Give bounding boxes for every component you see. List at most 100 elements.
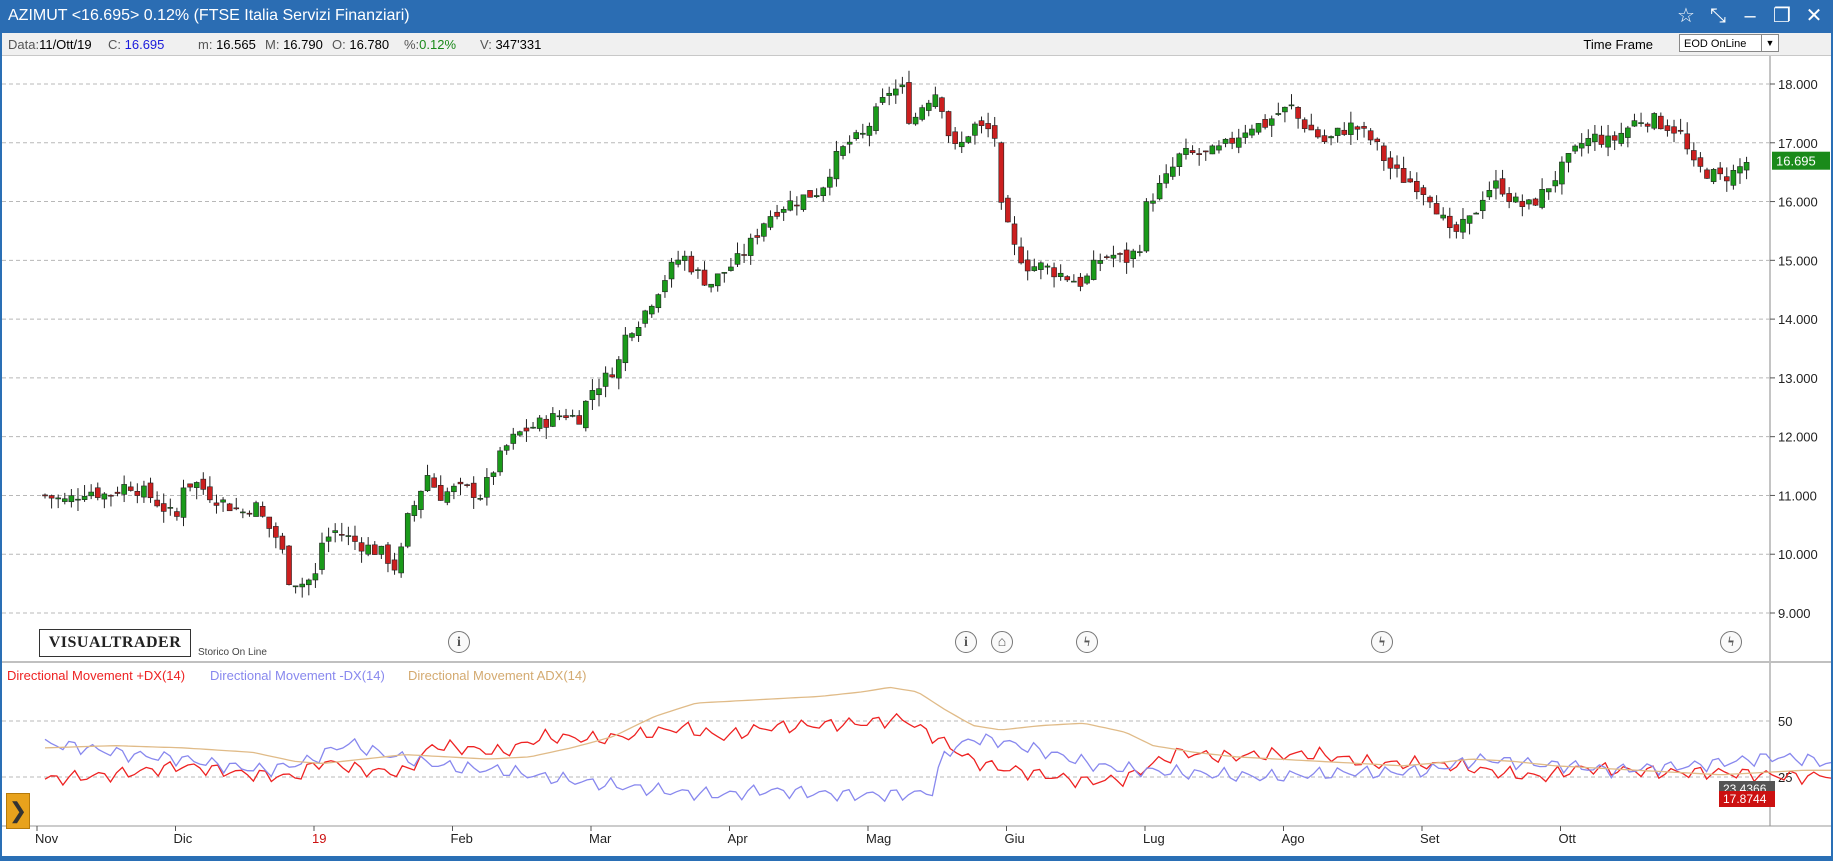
candle-up: [1090, 259, 1097, 280]
pdx-value-tag: 17.8744: [1719, 791, 1775, 807]
candle-down: [48, 495, 55, 499]
candle-up: [892, 88, 899, 96]
candle-up: [1057, 272, 1064, 277]
pin-icon[interactable]: ⤡: [1701, 0, 1735, 33]
candle-up: [398, 546, 404, 574]
last-price-label: 16.695: [1776, 154, 1816, 169]
candle-down: [1446, 215, 1453, 228]
candle-up: [253, 502, 259, 517]
candle-up: [1512, 196, 1519, 203]
candle-up: [1275, 113, 1282, 115]
candle-up: [332, 530, 338, 533]
candle-up: [536, 417, 543, 429]
candle-down: [457, 481, 464, 485]
candle-down: [200, 478, 207, 490]
candle-down: [233, 507, 240, 510]
candle-up: [1242, 132, 1249, 138]
candle-up: [1743, 162, 1750, 171]
y-tick-label: 12.000: [1778, 430, 1818, 445]
visualtrader-logo: VISUALTRADER: [39, 629, 191, 657]
candle-up: [220, 499, 226, 503]
candle-down: [998, 142, 1005, 203]
candle-up: [1216, 145, 1222, 151]
lightning-event-icon[interactable]: ϟ: [1720, 631, 1742, 653]
candle-down: [213, 502, 220, 506]
candle-down: [134, 491, 141, 496]
candle-down: [437, 485, 444, 501]
candle-up: [306, 579, 312, 586]
maximize-icon[interactable]: ❐: [1765, 0, 1799, 33]
candle-down: [94, 487, 101, 498]
candle-up: [1255, 123, 1262, 133]
candle-down: [1664, 125, 1671, 131]
candle-down: [1104, 256, 1110, 258]
candle-up: [761, 223, 767, 237]
candle-down: [266, 516, 273, 529]
candle-up: [1638, 122, 1644, 124]
candle-up: [1625, 127, 1631, 138]
y-tick-label: 17.000: [1778, 136, 1818, 151]
candle-down: [1697, 157, 1704, 167]
candle-down: [1658, 115, 1664, 130]
candle-up: [477, 498, 484, 500]
timeframe-label: Time Frame: [1583, 37, 1653, 52]
chart-area[interactable]: 9.000 10.000 11.000 12.000 13.000 14.000 15.00…: [2, 56, 1832, 856]
candle-up: [141, 485, 147, 498]
candle-down: [688, 255, 695, 273]
candle-up: [1479, 199, 1486, 212]
candle-up: [886, 92, 892, 96]
candle-down: [279, 535, 286, 550]
candle-down: [701, 269, 708, 286]
tag-event-icon[interactable]: ⌂: [991, 631, 1013, 653]
candle-up: [1578, 143, 1585, 149]
candle-up: [972, 123, 978, 136]
candle-down: [1723, 176, 1730, 182]
candle-up: [345, 535, 352, 537]
candle-down: [1381, 145, 1387, 161]
candle-down: [42, 494, 48, 497]
candle-up: [1288, 104, 1295, 107]
star-icon[interactable]: ☆: [1669, 0, 1703, 33]
x-tick-label: Dic: [174, 831, 193, 846]
x-tick-label: 19: [312, 831, 326, 846]
lightning-event-icon[interactable]: ϟ: [1076, 631, 1098, 653]
candle-up: [1565, 153, 1572, 163]
candle-down: [906, 82, 912, 124]
minimize-icon[interactable]: –: [1733, 0, 1767, 33]
candle-up: [1592, 133, 1598, 143]
close-icon[interactable]: ✕: [1797, 0, 1831, 33]
x-tick-label: Set: [1420, 831, 1440, 846]
candle-down: [543, 418, 550, 428]
candle-up: [820, 187, 827, 197]
chart-svg[interactable]: 9.000 10.000 11.000 12.000 13.000 14.000 15.00…: [2, 56, 1832, 856]
candle-down: [431, 477, 437, 488]
info-max: M: 16.790: [265, 37, 323, 52]
lightning-event-icon[interactable]: ϟ: [1371, 631, 1393, 653]
candle-down: [1400, 168, 1407, 183]
candle-down: [371, 544, 378, 555]
candle-down: [1677, 129, 1684, 132]
candle-up: [583, 400, 589, 429]
candle-down: [939, 97, 945, 112]
candle-down: [1123, 249, 1130, 263]
info-event-icon[interactable]: i: [448, 631, 470, 653]
candle-up: [497, 450, 503, 473]
candle-up: [747, 237, 754, 256]
candle-up: [1545, 188, 1552, 193]
candle-down: [358, 542, 365, 552]
candle-up: [1618, 132, 1625, 144]
timeframe-select[interactable]: EOD OnLine ▼: [1679, 34, 1779, 52]
chevron-down-icon[interactable]: ▼: [1761, 35, 1778, 51]
info-event-icon[interactable]: i: [955, 631, 977, 653]
candle-up: [1044, 265, 1051, 268]
candle-down: [391, 559, 398, 571]
candle-up: [1605, 135, 1611, 148]
candle-down: [794, 204, 800, 207]
candle-down: [207, 486, 213, 501]
candle-down: [160, 503, 167, 512]
candle-down: [1532, 198, 1539, 206]
candle-up: [1282, 106, 1288, 113]
candle-up: [1031, 266, 1038, 271]
chevron-right-icon[interactable]: ❯: [6, 793, 30, 829]
candle-up: [1493, 180, 1499, 189]
